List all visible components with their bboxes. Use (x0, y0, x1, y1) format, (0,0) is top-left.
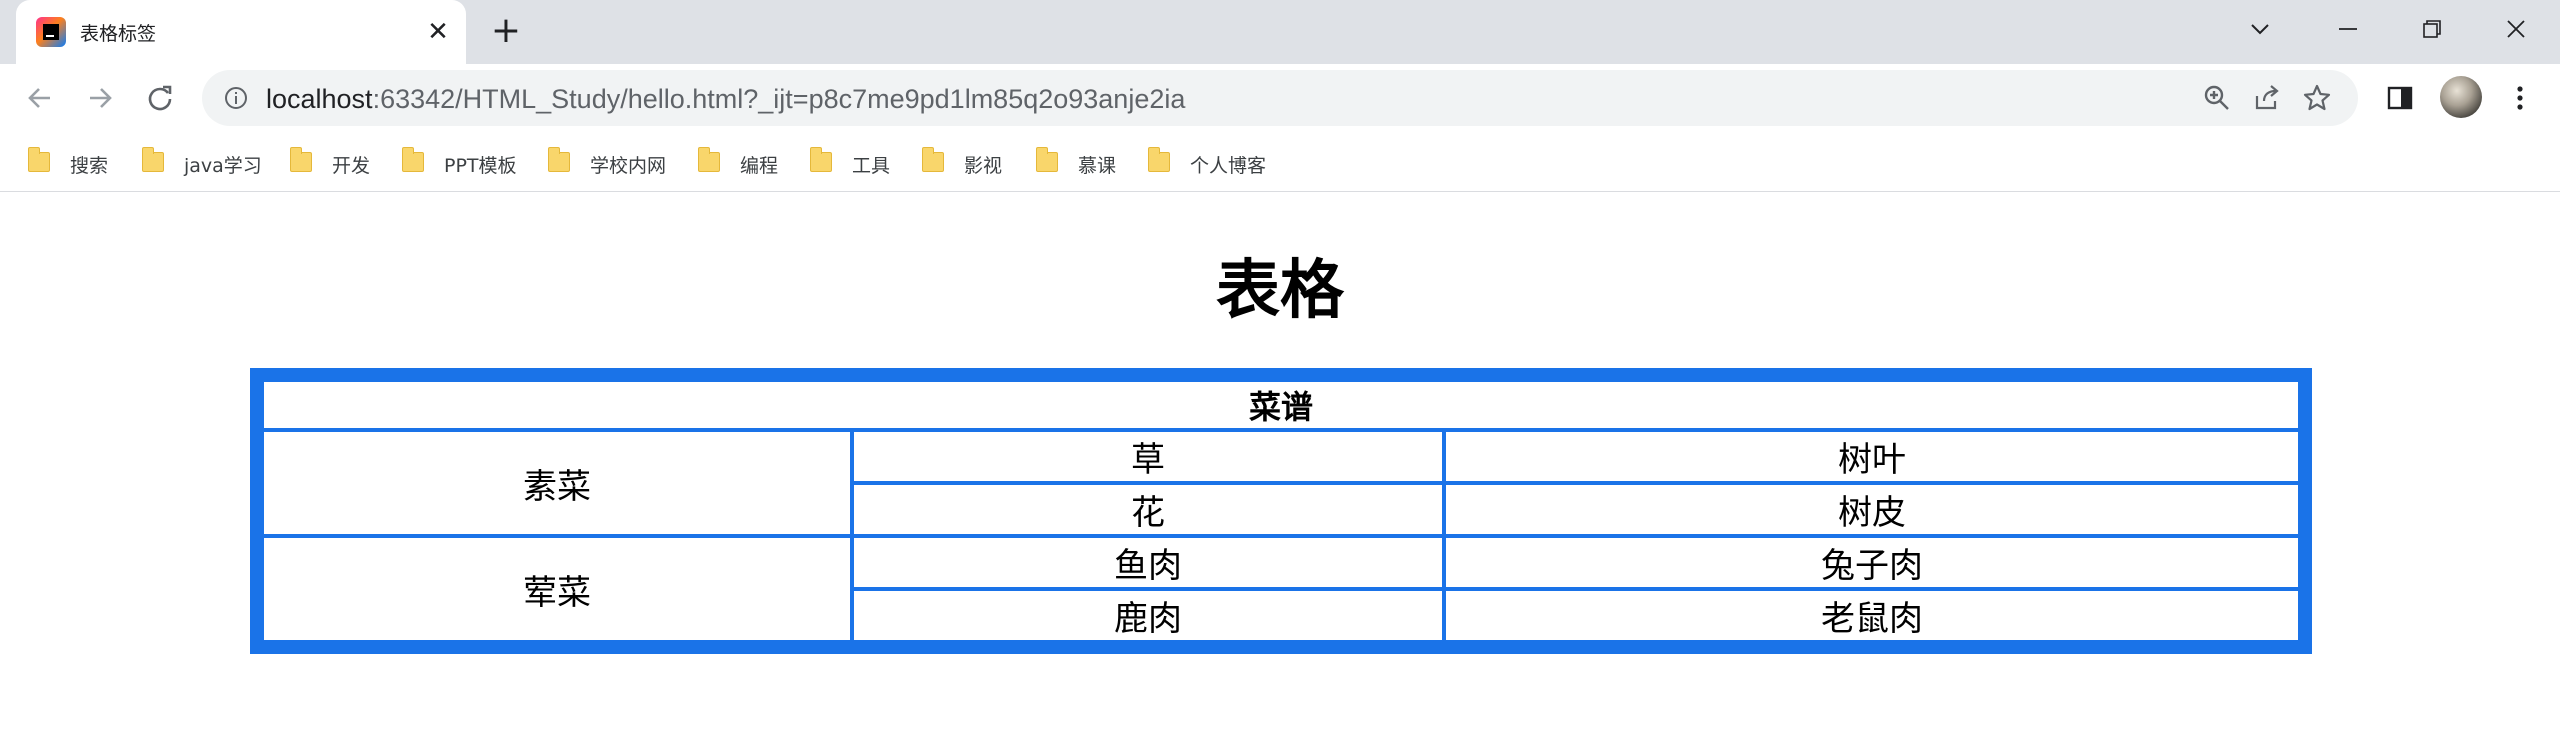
table-header-row: 菜谱 (262, 380, 2300, 430)
table-caption-cell: 菜谱 (262, 380, 2300, 430)
bookmark-label: PPT模板 (444, 155, 517, 177)
restore-button[interactable] (2390, 0, 2474, 56)
group-name-cell: 素菜 (262, 430, 852, 536)
table-cell: 兔子肉 (1444, 536, 2300, 589)
forward-arrow-icon (90, 88, 112, 108)
bookmark-label: 慕课 (1078, 155, 1117, 177)
reload-button[interactable] (140, 78, 180, 118)
bookmark-label: 学校内网 (590, 155, 667, 177)
group-name-cell: 荤菜 (262, 536, 852, 642)
star-icon[interactable] (2302, 83, 2332, 113)
url-text[interactable]: localhost:63342/HTML_Study/hello.html?_i… (266, 84, 1185, 115)
folder-icon (809, 147, 832, 172)
url-host: localhost (266, 84, 373, 114)
bookmarks-bar: 搜索 java学习 开发 PPT模板 学校内网 编程 工具 影视 慕课 个人博客 (0, 132, 2560, 192)
browser-tab[interactable]: 表格标签 ✕ (16, 0, 466, 64)
browser-toolbar: localhost:63342/HTML_Study/hello.html?_i… (0, 64, 2560, 132)
folder-icon (401, 147, 424, 172)
zoom-in-icon[interactable] (2202, 83, 2232, 113)
menu-table: 菜谱 素菜 草 树叶 花 树皮 荤菜 鱼肉 兔子肉 鹿肉 老鼠肉 (250, 368, 2312, 654)
side-panel-button[interactable] (2380, 78, 2420, 118)
tab-close-icon[interactable]: ✕ (420, 14, 456, 50)
folder-icon (1147, 147, 1170, 172)
address-bar[interactable]: localhost:63342/HTML_Study/hello.html?_i… (202, 70, 2358, 126)
close-window-button[interactable] (2474, 0, 2558, 56)
folder-icon (921, 147, 944, 172)
table-cell: 树叶 (1444, 430, 2300, 483)
intellij-icon (36, 17, 66, 47)
share-icon[interactable] (2252, 83, 2282, 113)
kebab-menu-icon (2517, 86, 2523, 110)
back-arrow-icon (28, 88, 50, 108)
page-content: 表格 菜谱 素菜 草 树叶 花 树皮 荤菜 鱼肉 兔子肉 鹿肉 老鼠肉 (0, 193, 2560, 733)
reload-icon (148, 85, 172, 111)
folder-icon (697, 147, 720, 172)
table-cell: 鱼肉 (852, 536, 1444, 589)
bookmark-label: 个人博客 (1190, 155, 1267, 177)
bookmark-label: java学习 (184, 155, 262, 177)
folder-icon (547, 147, 570, 172)
table-cell: 草 (852, 430, 1444, 483)
new-tab-button[interactable]: + (486, 12, 526, 52)
folder-icon (27, 147, 50, 172)
folder-icon (141, 147, 164, 172)
bookmark-label: 影视 (964, 155, 1003, 177)
bookmark-label: 开发 (332, 155, 371, 177)
page-title: 表格 (1216, 254, 1344, 328)
url-path: :63342/HTML_Study/hello.html?_ijt=p8c7me… (372, 84, 1186, 114)
back-button[interactable] (20, 78, 60, 118)
bookmark-label: 编程 (740, 155, 779, 177)
table-cell: 老鼠肉 (1444, 589, 2300, 642)
avatar[interactable] (2440, 76, 2482, 118)
table-cell: 树皮 (1444, 483, 2300, 536)
side-panel-icon (2387, 86, 2413, 110)
table-cell: 鹿肉 (852, 589, 1444, 642)
forward-button[interactable] (80, 78, 120, 118)
tab-strip: 表格标签 ✕ + (0, 0, 2560, 64)
folder-icon (289, 147, 312, 172)
tab-title: 表格标签 (80, 23, 157, 45)
bookmark-label: 搜索 (70, 155, 109, 177)
minimize-button[interactable] (2306, 0, 2390, 56)
tab-search-chevron-icon[interactable] (2218, 0, 2302, 56)
bookmark-label: 工具 (852, 155, 891, 177)
browser-menu-button[interactable] (2500, 78, 2540, 118)
folder-icon (1035, 147, 1058, 172)
table-row: 素菜 草 树叶 (262, 430, 2300, 536)
table-cell: 花 (852, 483, 1444, 536)
table-row: 荤菜 鱼肉 兔子肉 (262, 536, 2300, 642)
info-icon[interactable] (224, 86, 248, 110)
